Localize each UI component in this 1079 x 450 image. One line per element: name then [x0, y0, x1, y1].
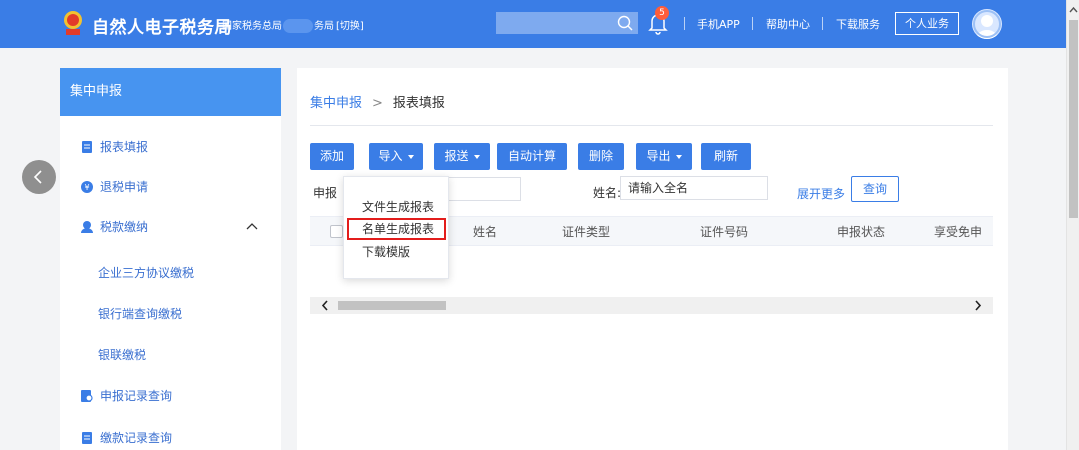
mobile-app-link[interactable]: 手机APP	[697, 16, 740, 32]
payment-record-icon	[82, 432, 92, 444]
select-all-checkbox[interactable]	[330, 225, 343, 238]
chevron-left-icon[interactable]	[320, 300, 330, 311]
submit-button-label: 报送	[444, 149, 469, 163]
record-search-icon	[81, 390, 93, 402]
sidebar-item-report-fill[interactable]: 报表填报	[60, 135, 281, 159]
auto-calculate-button[interactable]: 自动计算	[497, 143, 567, 170]
chevron-right-icon[interactable]	[973, 300, 983, 311]
sidebar-item-bank-query-payment[interactable]: 银行端查询缴税	[60, 302, 281, 326]
menu-item-download-template[interactable]: 下载模版	[344, 241, 448, 263]
site-title[interactable]: 自然人电子税务局	[92, 13, 232, 38]
sidebar-item-tax-payment[interactable]: 税款缴纳	[60, 215, 281, 239]
chevron-up-icon[interactable]	[246, 221, 258, 233]
refresh-button[interactable]: 刷新	[701, 143, 751, 170]
divider	[310, 125, 993, 126]
sidebar-item-label: 报表填报	[100, 140, 149, 154]
add-button[interactable]: 添加	[310, 143, 354, 170]
tax-bureau-selector[interactable]: 国家税务总局 务局 [切换]	[222, 17, 364, 33]
divider	[822, 17, 823, 30]
delete-button[interactable]: 删除	[578, 143, 624, 170]
sidebar-item-refund[interactable]: ¥ 退税申请	[60, 175, 281, 199]
search-icon[interactable]	[616, 14, 634, 32]
breadcrumb: 集中申报 > 报表填报	[310, 92, 445, 111]
back-button[interactable]	[22, 160, 56, 194]
import-button-label: 导入	[378, 149, 403, 163]
document-icon	[82, 141, 92, 153]
menu-item-file-generate-report[interactable]: 文件生成报表	[344, 196, 448, 218]
chevron-left-icon	[33, 170, 42, 184]
sidebar-item-label: 缴款记录查询	[100, 431, 173, 445]
query-button[interactable]: 查询	[851, 176, 899, 202]
sidebar-item-payment-records[interactable]: 缴款记录查询	[60, 426, 281, 450]
column-header-exemption[interactable]: 享受免申	[934, 217, 982, 247]
user-icon	[973, 10, 1001, 39]
breadcrumb-current: 报表填报	[392, 96, 445, 111]
notification-badge: 5	[655, 6, 669, 20]
scrollbar-thumb[interactable]	[1069, 20, 1078, 218]
personal-business-button[interactable]: 个人业务	[895, 12, 959, 35]
download-service-link[interactable]: 下载服务	[836, 16, 880, 32]
declaration-status-label: 申报	[313, 186, 338, 200]
sidebar: 集中申报 报表填报 ¥ 退税申请 税款缴纳 企业三方协议缴税 银行端查询缴税 银…	[60, 68, 281, 450]
caret-down-icon	[675, 154, 682, 159]
table-horizontal-scrollbar[interactable]	[310, 297, 993, 314]
sidebar-item-label: 税款缴纳	[100, 220, 149, 234]
sidebar-item-unionpay-payment[interactable]: 银联缴税	[60, 343, 281, 367]
scrollbar-thumb[interactable]	[338, 301, 446, 310]
help-center-link[interactable]: 帮助中心	[766, 16, 810, 32]
sidebar-item-label: 企业三方协议缴税	[98, 266, 195, 280]
divider	[684, 17, 685, 30]
tax-emblem-logo	[64, 11, 82, 35]
top-header: 自然人电子税务局 国家税务总局 务局 [切换] 5 手机APP 帮助中心 下载服务 …	[0, 0, 1066, 48]
submit-button[interactable]: 报送	[434, 143, 490, 170]
caret-down-icon	[407, 154, 414, 159]
import-button[interactable]: 导入	[369, 143, 423, 170]
sidebar-item-declaration-records[interactable]: 申报记录查询	[60, 384, 281, 408]
column-header-id-type[interactable]: 证件类型	[562, 217, 610, 247]
sidebar-item-label: 申报记录查询	[100, 389, 173, 403]
sidebar-item-tripartite-payment[interactable]: 企业三方协议缴税	[60, 261, 281, 285]
refund-icon: ¥	[81, 181, 93, 193]
bureau-name-prefix: 国家税务总局	[222, 21, 282, 32]
column-header-id-number[interactable]: 证件号码	[700, 217, 748, 247]
export-button-label: 导出	[646, 149, 671, 163]
user-avatar[interactable]	[972, 9, 1002, 39]
svg-text:¥: ¥	[84, 183, 89, 192]
expand-more-link[interactable]: 展开更多	[797, 185, 845, 202]
sidebar-item-label: 银联缴税	[98, 348, 147, 362]
sidebar-heading[interactable]: 集中申报	[60, 68, 281, 116]
page-scrollbar[interactable]	[1066, 0, 1079, 450]
column-header-declaration-status[interactable]: 申报状态	[837, 217, 885, 247]
divider	[752, 17, 753, 30]
sidebar-item-label: 退税申请	[100, 180, 149, 194]
import-dropdown-menu: 文件生成报表 名单生成报表 下载模版	[343, 176, 449, 279]
sidebar-item-label: 银行端查询缴税	[98, 307, 183, 321]
caret-down-icon	[473, 154, 480, 159]
payment-icon	[81, 221, 93, 233]
column-header-name[interactable]: 姓名	[473, 217, 497, 247]
breadcrumb-root-link[interactable]: 集中申报	[310, 96, 362, 111]
chevron-up-icon[interactable]	[1067, 4, 1079, 16]
redacted-text	[283, 19, 313, 33]
export-button[interactable]: 导出	[636, 143, 692, 170]
bureau-name-suffix: 务局	[314, 21, 334, 32]
name-input[interactable]: 请输入全名	[620, 176, 768, 200]
switch-link[interactable]: [切换]	[336, 21, 364, 32]
breadcrumb-separator: >	[372, 96, 383, 111]
menu-item-list-generate-report[interactable]: 名单生成报表	[347, 218, 446, 240]
name-label: 姓名:	[593, 186, 622, 200]
